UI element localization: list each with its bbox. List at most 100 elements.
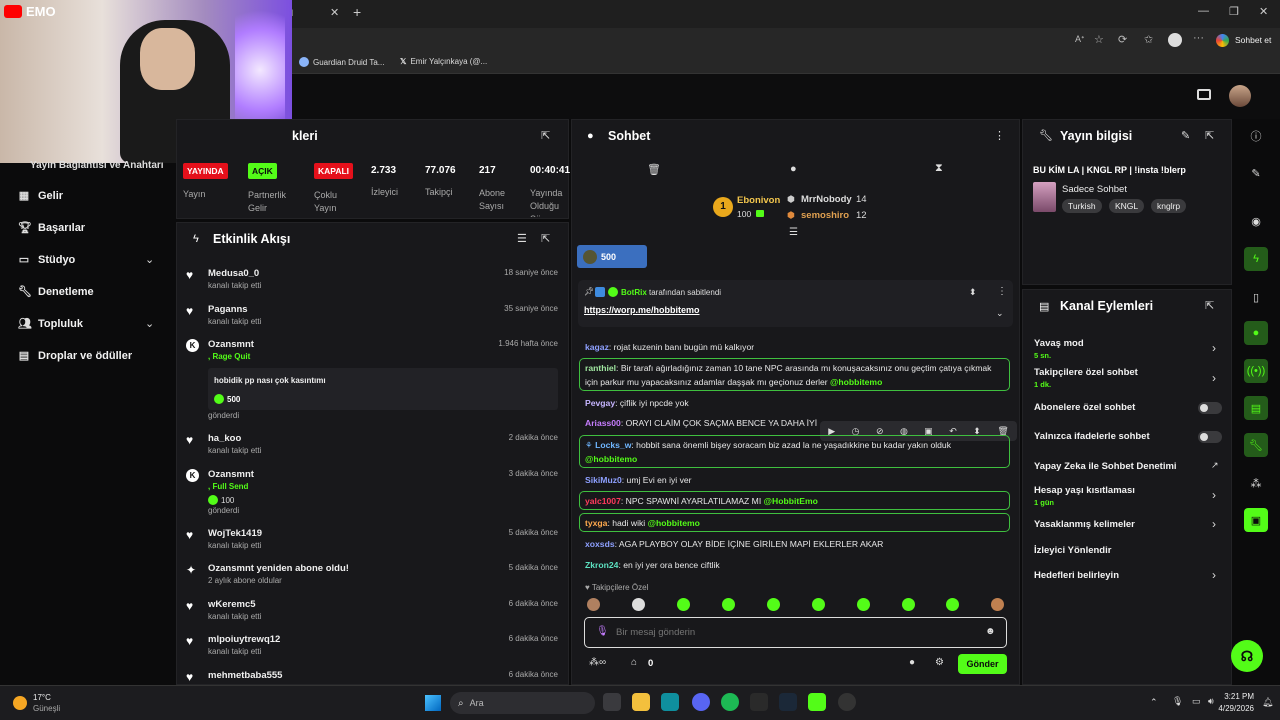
obs-icon[interactable]	[838, 693, 856, 711]
close-tab-icon[interactable]: ✕	[330, 6, 339, 19]
extensions-icon[interactable]: ⟳	[1118, 33, 1127, 46]
tag-pill[interactable]: Turkish	[1062, 199, 1102, 213]
nav-item-stream-key[interactable]: Yayın Bağlantısı ve Anahtarı	[30, 160, 164, 171]
chat-button[interactable]: Sohbet et	[1235, 35, 1271, 45]
clock-date[interactable]: 4/29/2026	[1203, 704, 1254, 713]
chevron-down-icon[interactable]: ⌄	[145, 317, 154, 330]
emote-icon[interactable]	[991, 598, 1004, 611]
network-icon[interactable]: ▭	[1192, 696, 1201, 707]
emote-icon[interactable]	[902, 598, 915, 611]
tag-pill[interactable]: KNGL	[1109, 199, 1145, 213]
chevron-right-icon[interactable]: ›	[1212, 341, 1216, 355]
weather-temp[interactable]: 17°C	[33, 693, 51, 702]
chevron-right-icon[interactable]: ›	[1212, 371, 1216, 385]
emote-icon[interactable]	[946, 598, 959, 611]
windows-start-icon[interactable]	[425, 695, 441, 711]
taskbar-search[interactable]: ⌕ Ara	[450, 692, 595, 714]
broadcast-icon[interactable]: ((•))	[1244, 359, 1268, 383]
nav-item-droplar[interactable]: ▤ Droplar ve ödüller	[18, 350, 132, 362]
filter-icon[interactable]: ☰	[517, 232, 527, 245]
chevron-right-icon[interactable]: ›	[1212, 488, 1216, 502]
notification-icon[interactable]: 🔔︎	[1262, 697, 1273, 708]
popout-icon[interactable]: ⇱	[1205, 129, 1214, 142]
action-ai-moderation[interactable]: Yapay Zeka ile Sohbet Denetimi	[1034, 461, 1177, 472]
profile-icon[interactable]	[1168, 33, 1182, 47]
collapse-icon[interactable]: ☰	[789, 227, 798, 238]
kebab-icon[interactable]: ⋮	[994, 129, 1005, 142]
emote-icon[interactable]	[587, 598, 600, 611]
avatar[interactable]	[1229, 85, 1251, 107]
stats-rail-icon[interactable]: ▤	[1244, 396, 1268, 420]
kebab-icon[interactable]: ⋮	[997, 286, 1007, 297]
favorites-icon[interactable]: ✩	[1144, 33, 1153, 46]
nav-item-topluluk[interactable]: 👥︎ Topluluk	[18, 318, 83, 330]
hourglass-icon[interactable]: ⧗	[935, 162, 943, 175]
chat-rail-icon[interactable]: ●	[1244, 321, 1268, 345]
mic-icon[interactable]: 🎙︎	[596, 626, 609, 637]
copilot-icon[interactable]	[1216, 34, 1229, 47]
kick-icon[interactable]	[808, 693, 826, 711]
maximize-icon[interactable]: ❐	[1229, 5, 1239, 18]
unpin-icon[interactable]: ⬍	[969, 287, 977, 298]
category-name[interactable]: Sadece Sohbet	[1062, 184, 1127, 195]
gift-box-icon[interactable]: ⌂	[631, 657, 637, 668]
chat-user[interactable]: Zkron24	[585, 560, 618, 570]
camera-icon[interactable]: ◉	[1244, 209, 1268, 233]
chat-icon[interactable]: ●	[790, 163, 797, 175]
action-followers-only[interactable]: Takipçilere özel sohbet 1 dk.	[1034, 367, 1138, 389]
explorer-icon[interactable]	[632, 693, 650, 711]
chat-user[interactable]: ranthiel	[585, 363, 616, 373]
popout-icon[interactable]: ⇱	[541, 232, 550, 245]
spotify-icon[interactable]	[721, 693, 739, 711]
pinned-link[interactable]: https://worp.me/hobbitemo	[584, 305, 700, 315]
app-icon[interactable]	[750, 693, 768, 711]
wrench-rail-icon[interactable]: 🔧︎	[1244, 433, 1268, 457]
chat-user[interactable]: kagaz	[585, 342, 609, 352]
discord-icon[interactable]	[692, 693, 710, 711]
subs-only-toggle[interactable]	[1198, 402, 1222, 414]
emote-icon[interactable]	[857, 598, 870, 611]
more-icon[interactable]: ···	[1193, 32, 1204, 44]
leader-first-name[interactable]: Ebonivon	[737, 195, 780, 206]
chat-user[interactable]: Pevgay	[585, 398, 615, 408]
pinned-by[interactable]: BotRix	[621, 288, 647, 297]
chevron-down-icon[interactable]: ⌄	[996, 308, 1004, 319]
edit-icon[interactable]: ✎	[1181, 129, 1190, 142]
multiview-icon[interactable]	[1197, 89, 1211, 100]
emote-icon[interactable]	[812, 598, 825, 611]
clock-time[interactable]: 3:21 PM	[1224, 692, 1254, 701]
favorite-guardian[interactable]: Guardian Druid Ta...	[299, 57, 384, 67]
popout-icon[interactable]: ⇱	[1205, 299, 1214, 312]
leader-second-name[interactable]: MrrNobody	[801, 194, 852, 205]
new-tab-icon[interactable]: +	[353, 4, 361, 20]
nav-item-gelir[interactable]: ▦ Gelir	[18, 190, 63, 202]
chat-user[interactable]: yalc1007	[585, 496, 621, 506]
task-view-icon[interactable]	[603, 693, 621, 711]
category-thumbnail[interactable]	[1033, 182, 1056, 212]
action-set-goals[interactable]: Hedefleri belirleyin	[1034, 570, 1119, 581]
gift-goal-bar[interactable]: 500	[577, 245, 647, 268]
nav-item-basarilar[interactable]: 🏆︎ Başarılar	[18, 222, 85, 234]
chevron-up-icon[interactable]: ⌃	[1150, 697, 1158, 708]
chat-bubbles-icon[interactable]: ●	[909, 657, 915, 668]
edge-icon[interactable]	[661, 693, 679, 711]
favorite-x[interactable]: 𝕏 Emir Yalçınkaya (@...	[400, 57, 487, 66]
chat-user[interactable]: SikiMuz0	[585, 475, 622, 485]
mic-tray-icon[interactable]: 🎙︎	[1172, 696, 1183, 707]
action-account-age[interactable]: Hesap yaşı kısıtlaması 1 gün	[1034, 485, 1135, 507]
minimize-icon[interactable]: —	[1198, 5, 1209, 17]
action-raid[interactable]: İzleyici Yönlendir	[1034, 545, 1111, 556]
nav-item-denetleme[interactable]: 🔧︎ Denetleme	[18, 286, 94, 298]
chevron-down-icon[interactable]: ⌄	[145, 253, 154, 266]
read-aloud-icon[interactable]: Aᐩ	[1075, 34, 1085, 45]
chat-user[interactable]: Ariass00	[585, 418, 621, 428]
chat-input[interactable]	[616, 623, 966, 641]
popout-icon[interactable]: ⇱	[541, 129, 550, 142]
star-icon[interactable]: ☆	[1094, 33, 1104, 46]
chat-user[interactable]: Locks_w	[595, 440, 631, 450]
chat-user[interactable]: tyxga	[585, 518, 607, 528]
emote-icon[interactable]	[767, 598, 780, 611]
emote-icon[interactable]	[632, 598, 645, 611]
emote-only-toggle[interactable]	[1198, 431, 1222, 443]
document-icon[interactable]: ▯	[1244, 285, 1268, 309]
